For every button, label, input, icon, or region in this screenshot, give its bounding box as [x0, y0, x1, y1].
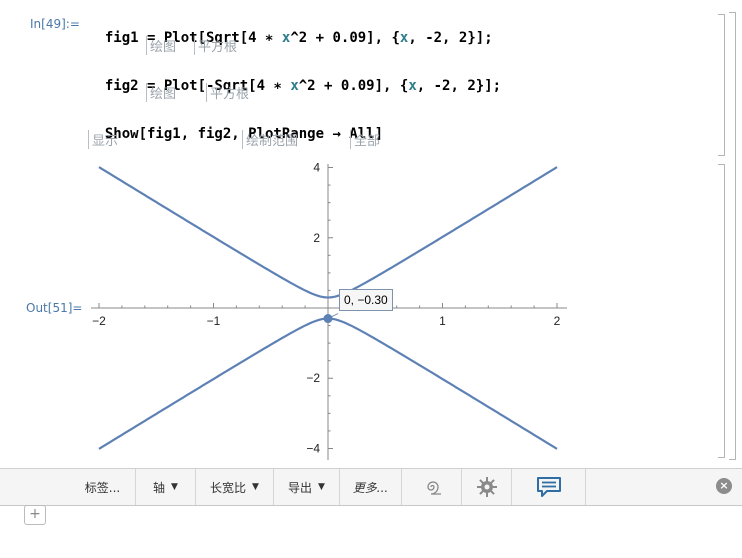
highlight-point	[323, 314, 333, 324]
more-button[interactable]: 更多...	[340, 469, 402, 505]
y-tick-label: 4	[313, 161, 320, 175]
spiral-button[interactable]	[402, 469, 462, 505]
x-tick-label: 2	[554, 314, 561, 328]
y-tick-label: −4	[306, 441, 320, 455]
feedback-button[interactable]	[512, 469, 586, 505]
gear-icon	[476, 477, 497, 497]
x-tick-label: −1	[207, 314, 221, 328]
coordinate-tooltip: 0, −0.30	[339, 289, 393, 311]
add-cell-button[interactable]: +	[24, 505, 46, 525]
labels-button[interactable]: 标签...	[70, 469, 136, 505]
spiral-icon	[426, 481, 441, 495]
plot-marker	[323, 313, 339, 324]
export-button[interactable]: 导出 ▼	[274, 469, 340, 505]
plot-axes	[91, 164, 567, 460]
export-button-label: 导出	[288, 480, 313, 495]
aspect-ratio-button[interactable]: 长宽比 ▼	[196, 469, 274, 505]
labels-button-label: 标签...	[84, 480, 121, 495]
x-tick-label: 1	[439, 314, 446, 328]
more-button-label: 更多...	[352, 480, 389, 495]
dropdown-arrow-icon: ▼	[318, 482, 325, 492]
chat-icon	[536, 477, 561, 497]
dropdown-arrow-icon: ▼	[171, 482, 178, 492]
y-tick-label: −2	[306, 371, 320, 385]
dropdown-arrow-icon: ▼	[252, 482, 259, 492]
axes-button-label: 轴	[153, 480, 166, 495]
settings-button[interactable]	[462, 469, 512, 505]
axes-button[interactable]: 轴 ▼	[136, 469, 196, 505]
close-icon[interactable]: ×	[716, 478, 732, 494]
x-tick-label: −2	[92, 314, 106, 328]
aspect-ratio-button-label: 长宽比	[210, 480, 247, 495]
y-tick-label: 2	[313, 231, 320, 245]
plot-graphic[interactable]: −2 −1 1 2 4 2 −2 −4	[0, 0, 742, 470]
suggestions-bar: 标签... 轴 ▼ 长宽比 ▼ 导出 ▼ 更多... ×	[0, 468, 742, 506]
